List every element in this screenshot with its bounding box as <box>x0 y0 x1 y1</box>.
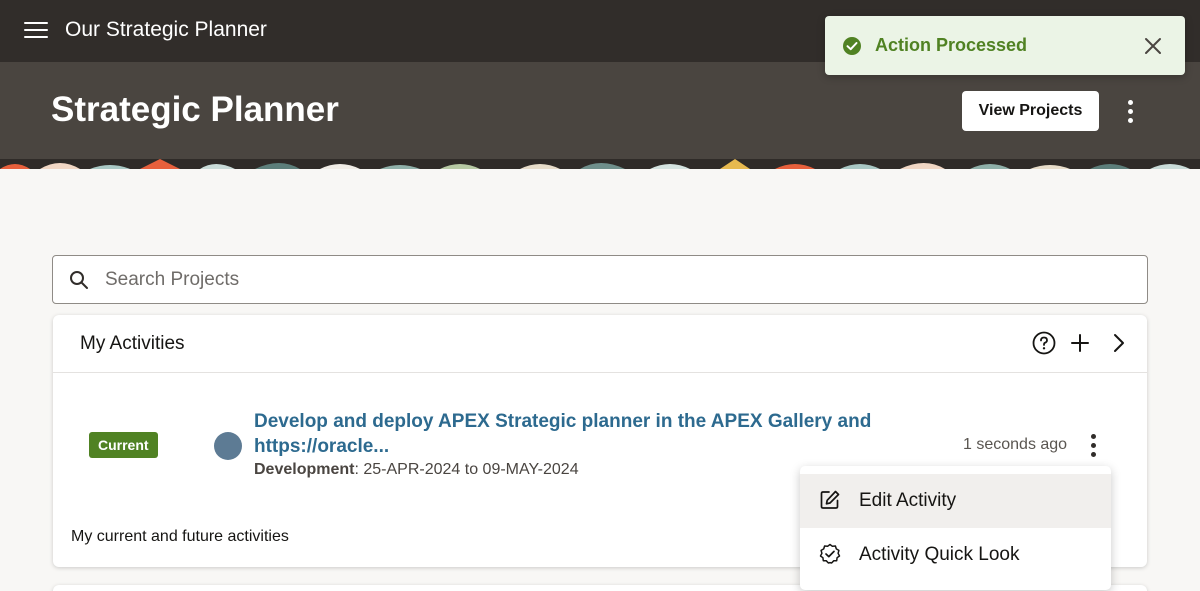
hamburger-menu-icon[interactable] <box>24 22 48 40</box>
view-projects-button[interactable]: View Projects <box>962 91 1099 131</box>
activity-dates: : 25-APR-2024 to 09-MAY-2024 <box>354 461 579 478</box>
activity-meta: Development: 25-APR-2024 to 09-MAY-2024 <box>254 461 579 479</box>
activity-timestamp: 1 seconds ago <box>963 436 1068 453</box>
page-title: Strategic Planner <box>51 90 339 129</box>
card-footer-text: My current and future activities <box>71 528 289 545</box>
card-header: My Activities <box>53 315 1147 373</box>
page-actions-kebab-icon[interactable] <box>1120 96 1140 126</box>
success-toast: Action Processed <box>825 16 1185 75</box>
menu-item-label: Edit Activity <box>859 490 957 511</box>
banner-pattern <box>0 159 1200 169</box>
activity-phase: Development <box>254 461 355 478</box>
card-title: My Activities <box>80 333 185 354</box>
row-actions-menu: Edit Activity Activity Quick Look <box>800 466 1111 590</box>
search-icon <box>70 271 88 289</box>
close-icon[interactable] <box>1143 36 1163 56</box>
status-badge: Current <box>89 432 158 458</box>
hero-banner: Strategic Planner View Projects <box>0 62 1200 169</box>
activity-title-link[interactable]: Develop and deploy APEX Strategic planne… <box>254 409 874 459</box>
row-actions-kebab-icon[interactable] <box>1083 430 1103 460</box>
search-input[interactable] <box>105 257 1135 302</box>
search-bar <box>52 255 1148 304</box>
menu-item-label: Activity Quick Look <box>859 544 1020 565</box>
avatar <box>214 432 242 460</box>
chevron-right-icon[interactable] <box>1109 332 1129 354</box>
check-circle-icon <box>843 37 861 55</box>
menu-item-edit-activity[interactable]: Edit Activity <box>800 474 1111 528</box>
help-icon[interactable] <box>1032 331 1056 355</box>
add-icon[interactable] <box>1070 333 1090 353</box>
badge-check-icon <box>819 543 841 564</box>
toast-message: Action Processed <box>875 35 1028 55</box>
menu-item-activity-quick-look[interactable]: Activity Quick Look <box>800 528 1111 582</box>
edit-icon <box>820 490 840 509</box>
app-title[interactable]: Our Strategic Planner <box>65 18 267 42</box>
